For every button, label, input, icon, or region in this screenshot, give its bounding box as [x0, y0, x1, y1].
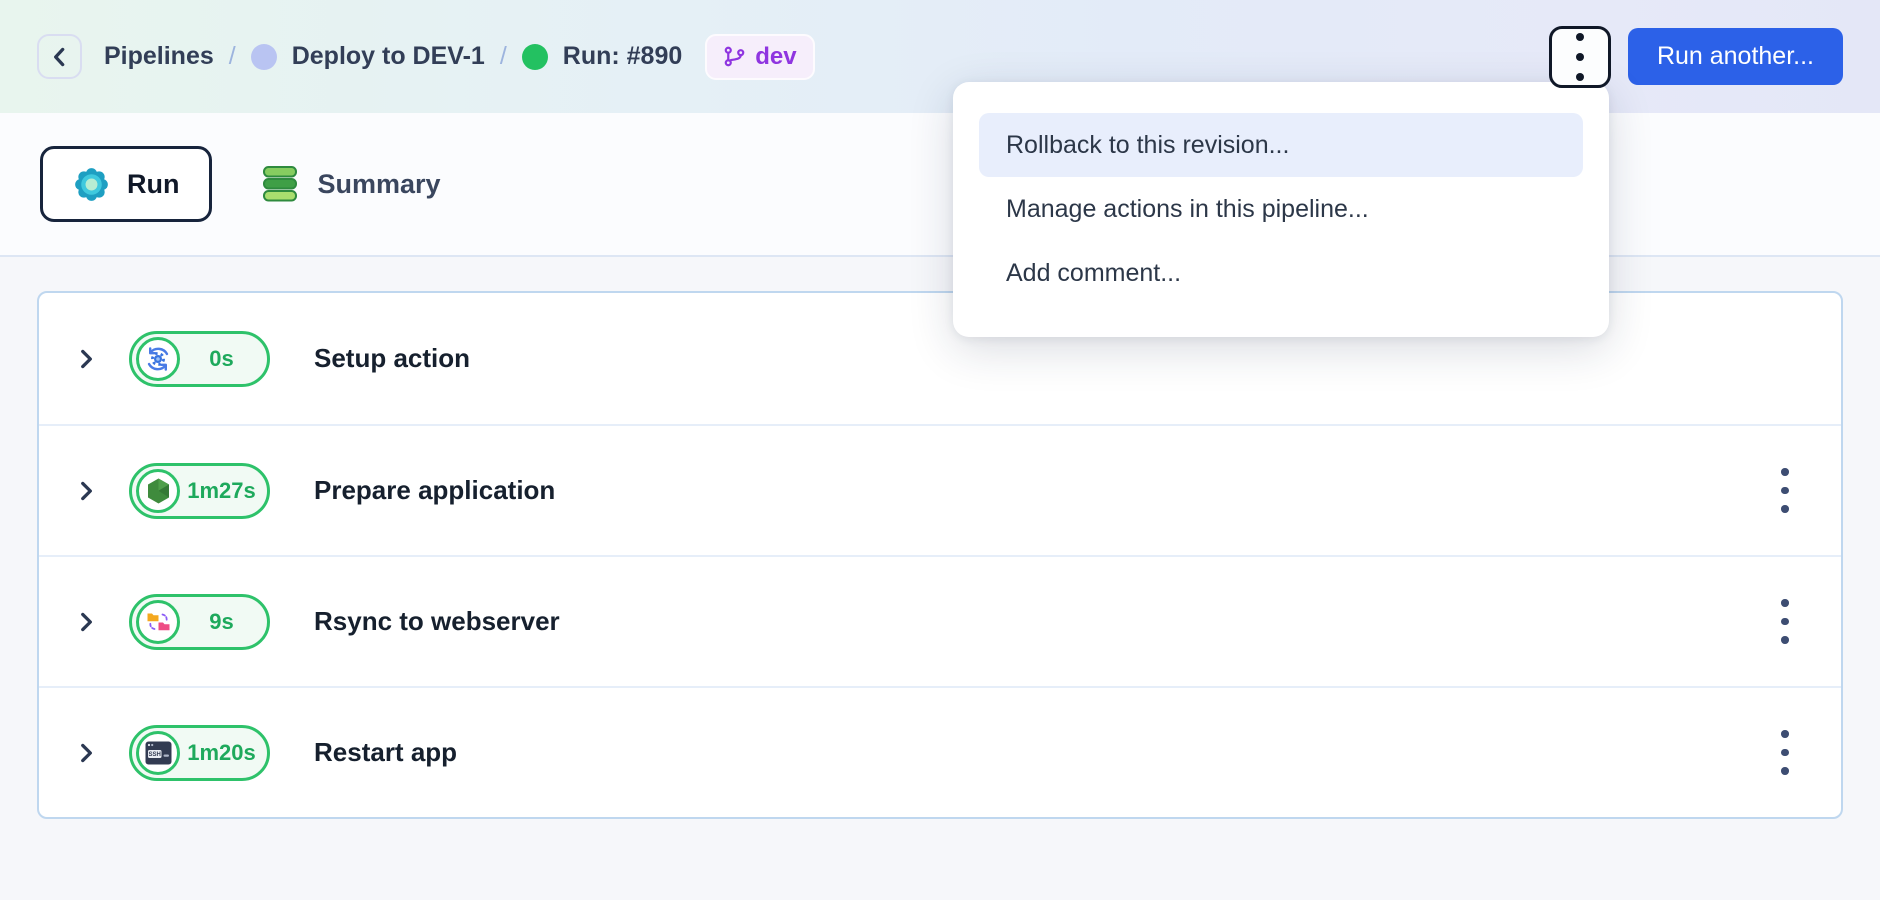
run-options-kebab-button[interactable]: [1548, 25, 1611, 88]
menu-item-manage-actions[interactable]: Manage actions in this pipeline...: [979, 177, 1583, 241]
kebab-dot: [1781, 486, 1789, 495]
breadcrumb: Pipelines / Deploy to DEV-1 / Run: #890 …: [104, 33, 815, 80]
chevron-left-icon: [47, 44, 73, 70]
back-button[interactable]: [37, 34, 82, 79]
breadcrumb-pipeline-name[interactable]: Deploy to DEV-1: [292, 42, 485, 71]
action-title: Setup action: [314, 343, 471, 373]
kebab-dot: [1781, 767, 1789, 775]
expand-chevron-icon[interactable]: [73, 478, 99, 504]
run-content: 0s Setup action 1m27s Prepare applicatio…: [0, 257, 1880, 819]
menu-item-add-comment[interactable]: Add comment...: [979, 241, 1583, 305]
summary-stack-icon: [260, 165, 300, 203]
ssh-icon-label: SSH: [148, 752, 160, 758]
action-title: Restart app: [314, 737, 458, 767]
tab-summary[interactable]: Summary: [260, 165, 441, 203]
branch-name: dev: [755, 42, 797, 70]
action-row-restart[interactable]: SSH 1m20s Restart app: [39, 686, 1841, 817]
action-row-prepare[interactable]: 1m27s Prepare application: [39, 424, 1841, 555]
kebab-dot: [1781, 636, 1789, 644]
tab-summary-label: Summary: [317, 168, 441, 199]
expand-chevron-icon[interactable]: [73, 346, 99, 372]
kebab-dot: [1575, 32, 1584, 41]
setup-sync-gear-icon: [136, 336, 180, 381]
rsync-folders-icon: [136, 599, 180, 644]
action-kebab-menu-button[interactable]: [1763, 592, 1807, 652]
kebab-dot: [1781, 748, 1789, 757]
action-title: Prepare application: [314, 475, 556, 505]
status-duration-pill: 1m27s: [129, 462, 270, 519]
action-duration: 1m20s: [187, 739, 256, 765]
kebab-dot: [1781, 505, 1789, 513]
nodejs-hexagon-icon: [136, 468, 180, 513]
branch-badge[interactable]: dev: [705, 33, 815, 80]
menu-item-rollback[interactable]: Rollback to this revision...: [979, 113, 1583, 177]
kebab-dot: [1781, 468, 1789, 476]
kebab-dot: [1575, 52, 1584, 61]
run-flower-icon: [73, 166, 110, 203]
run-another-button[interactable]: Run another...: [1627, 28, 1843, 85]
run-status-dot: [521, 43, 548, 70]
tab-run-label: Run: [127, 168, 180, 199]
breadcrumb-pipelines[interactable]: Pipelines: [104, 42, 214, 71]
action-duration: 1m27s: [187, 477, 256, 503]
expand-chevron-icon[interactable]: [73, 740, 99, 766]
action-kebab-menu-button[interactable]: [1763, 461, 1807, 521]
status-duration-pill: SSH 1m20s: [129, 724, 270, 781]
pipeline-status-dot: [250, 43, 277, 70]
action-duration: 9s: [209, 608, 234, 634]
breadcrumb-run-number: Run: #890: [562, 42, 683, 70]
kebab-dot: [1781, 599, 1789, 607]
breadcrumb-separator: /: [228, 42, 236, 70]
status-duration-pill: 9s: [129, 593, 270, 650]
git-branch-icon: [723, 45, 746, 68]
ssh-terminal-icon: SSH: [136, 730, 180, 775]
expand-chevron-icon[interactable]: [73, 609, 99, 635]
action-duration: 0s: [209, 345, 234, 371]
run-options-dropdown-menu: Rollback to this revision... Manage acti…: [953, 82, 1609, 337]
actions-card: 0s Setup action 1m27s Prepare applicatio…: [37, 291, 1843, 819]
tab-run[interactable]: Run: [40, 146, 213, 222]
kebab-dot: [1781, 617, 1789, 626]
breadcrumb-separator: /: [499, 42, 507, 70]
status-duration-pill: 0s: [129, 330, 270, 387]
action-title: Rsync to webserver: [314, 606, 560, 636]
pipeline-run-page: Pipelines / Deploy to DEV-1 / Run: #890 …: [0, 0, 1880, 900]
kebab-dot: [1575, 72, 1584, 81]
action-kebab-menu-button[interactable]: [1763, 723, 1807, 783]
action-row-rsync[interactable]: 9s Rsync to webserver: [39, 555, 1841, 686]
kebab-dot: [1781, 730, 1789, 738]
